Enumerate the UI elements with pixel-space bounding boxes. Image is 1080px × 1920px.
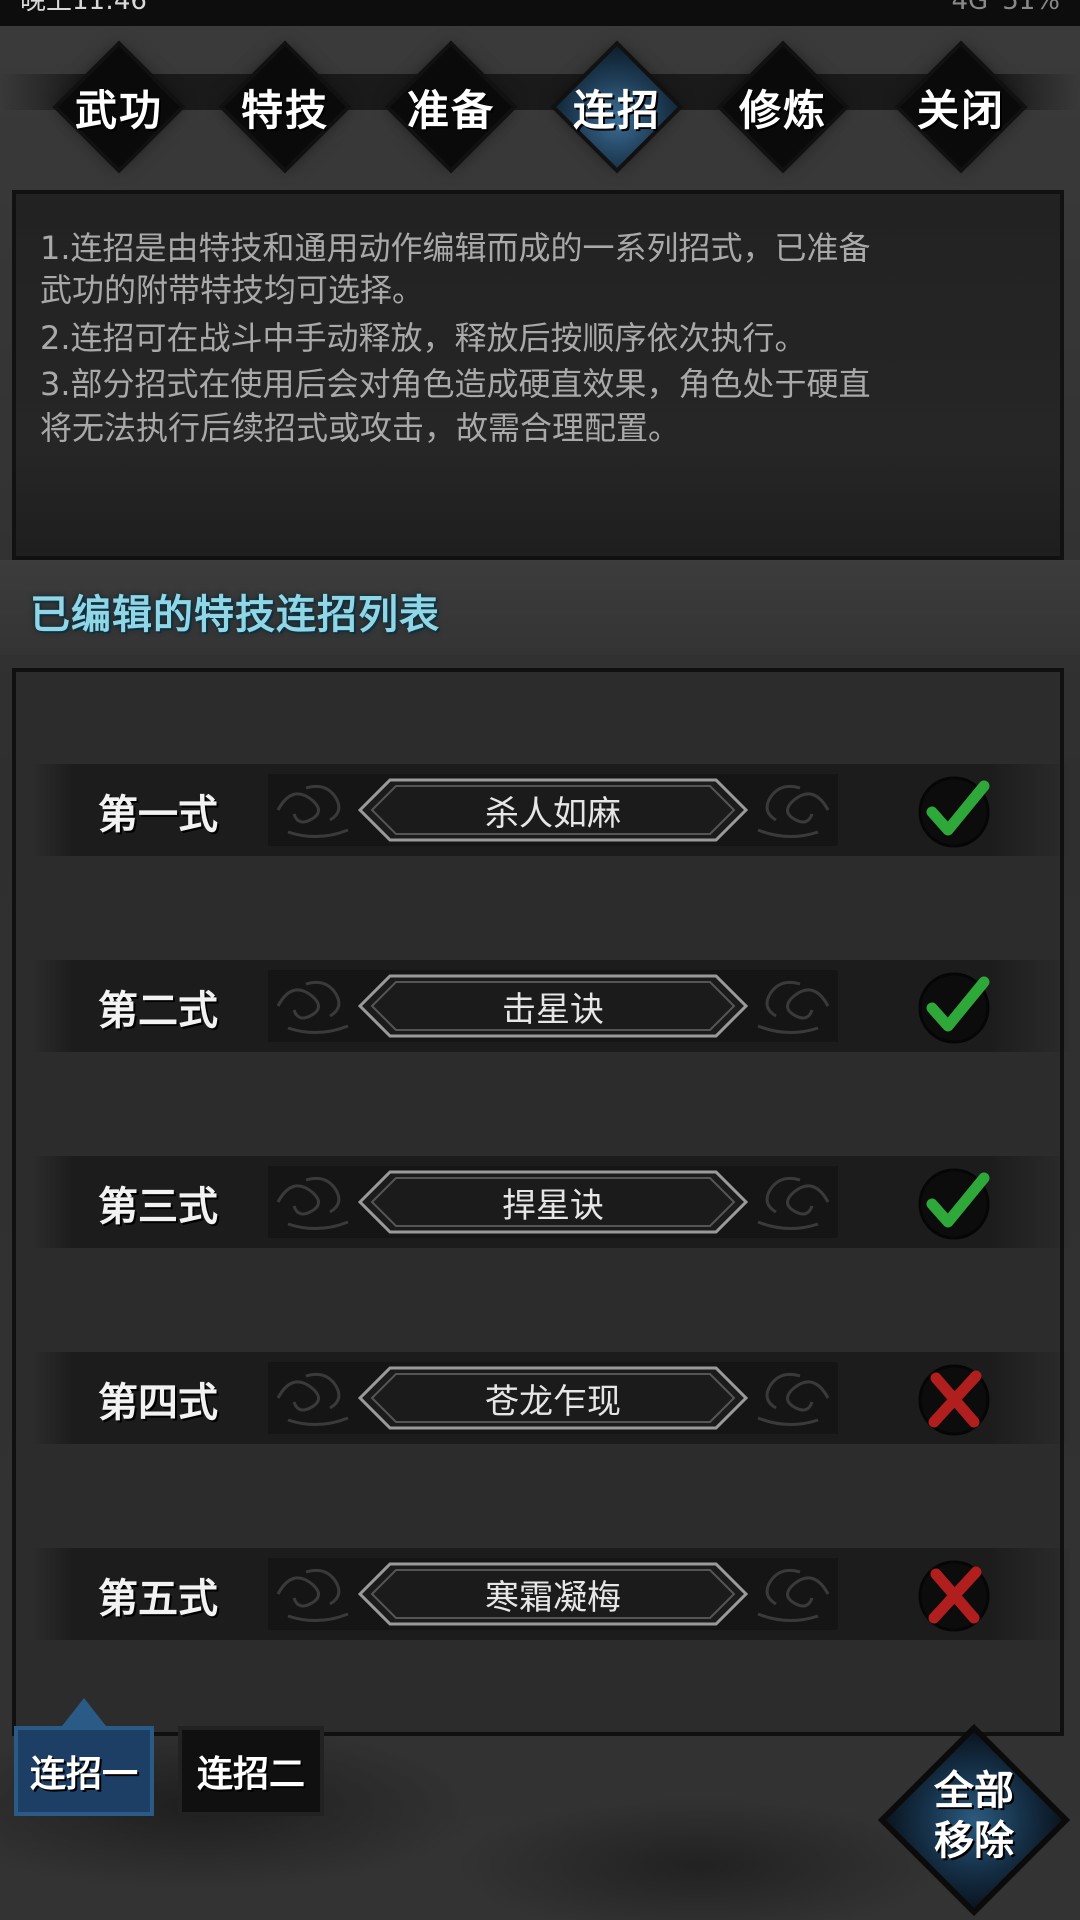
tab-combo[interactable]: 连招 (552, 42, 682, 172)
info-line: 3.部分招式在使用后会对角色造成硬直效果，角色处于硬直 (40, 365, 871, 403)
active-tab-pointer-icon (62, 1698, 106, 1726)
combo-row[interactable]: 第五式 寒霜凝梅 (32, 1548, 1072, 1640)
cross-icon[interactable] (914, 1358, 994, 1438)
check-icon[interactable] (914, 770, 994, 850)
combo-form-label: 第三式 (98, 1183, 218, 1230)
info-line: 2.连招可在战斗中手动释放，释放后按顺序依次执行。 (40, 319, 807, 357)
status-icons: 4G 51% (951, 0, 1061, 16)
combo-skill-name: 杀人如麻 (485, 793, 621, 834)
tab-label: 连招 (572, 85, 661, 135)
combo-list-panel: 第一式 杀人如麻 第二式 击星诀 第三式 捍星诀 第四式 苍龙乍现 第五式 寒霜… (12, 668, 1072, 1736)
combo-row[interactable]: 第二式 击星诀 (32, 960, 1072, 1052)
tab-special-skills[interactable]: 特技 (220, 42, 350, 172)
check-icon[interactable] (914, 1162, 994, 1242)
remove-all-label-line2: 移除 (934, 1817, 1014, 1864)
combo-skill-name: 击星诀 (502, 989, 604, 1030)
info-line: 1.连招是由特技和通用动作编辑而成的一系列招式，已准备 (40, 229, 871, 267)
status-time: 晚上11:46 (20, 0, 147, 16)
remove-all-label-line1: 全部 (934, 1767, 1014, 1814)
tab-close[interactable]: 关闭 (896, 42, 1026, 172)
combo-form-label: 第二式 (98, 987, 218, 1034)
tab-label: 关闭 (916, 85, 1005, 135)
info-line: 武功的附带特技均可选择。 (40, 271, 425, 309)
remove-all-button[interactable]: 全部 移除 (886, 1732, 1062, 1908)
info-panel: 1.连招是由特技和通用动作编辑而成的一系列招式，已准备 武功的附带特技均可选择。… (12, 190, 1064, 560)
combo-form-label: 第五式 (98, 1575, 218, 1622)
tab-training[interactable]: 修炼 (718, 42, 848, 172)
combo-skill-name: 捍星诀 (502, 1185, 604, 1226)
network-indicator: 4G (951, 0, 989, 16)
combo-form-label: 第一式 (98, 791, 218, 838)
battery-indicator: 51% (1002, 0, 1060, 16)
top-tab-bar: 武功 特技 准备 连招 修炼 关闭 (0, 26, 1080, 176)
combo-row[interactable]: 第三式 捍星诀 (32, 1156, 1072, 1248)
check-icon[interactable] (914, 966, 994, 1046)
tab-label: 武功 (74, 85, 163, 135)
combo-tab-2[interactable]: 连招二 (178, 1726, 324, 1816)
remove-all-label: 全部 移除 (886, 1766, 1062, 1866)
tab-martial-arts[interactable]: 武功 (54, 42, 184, 172)
combo-form-label: 第四式 (98, 1379, 218, 1426)
info-line: 将无法执行后续招式或攻击，故需合理配置。 (40, 409, 681, 447)
combo-skill-name: 寒霜凝梅 (485, 1577, 621, 1618)
combo-skill-name: 苍龙乍现 (485, 1381, 621, 1422)
section-title: 已编辑的特技连招列表 (30, 591, 440, 638)
tab-label: 特技 (240, 85, 329, 135)
combo-row[interactable]: 第四式 苍龙乍现 (32, 1352, 1072, 1444)
cross-icon[interactable] (914, 1554, 994, 1634)
tab-label: 准备 (406, 85, 495, 135)
tab-prepare[interactable]: 准备 (386, 42, 516, 172)
status-bar: 晚上11:46 4G 51% (0, 0, 1080, 26)
combo-row[interactable]: 第一式 杀人如麻 (32, 764, 1072, 856)
combo-tab-1[interactable]: 连招一 (14, 1726, 154, 1816)
tab-label: 修炼 (738, 85, 827, 135)
